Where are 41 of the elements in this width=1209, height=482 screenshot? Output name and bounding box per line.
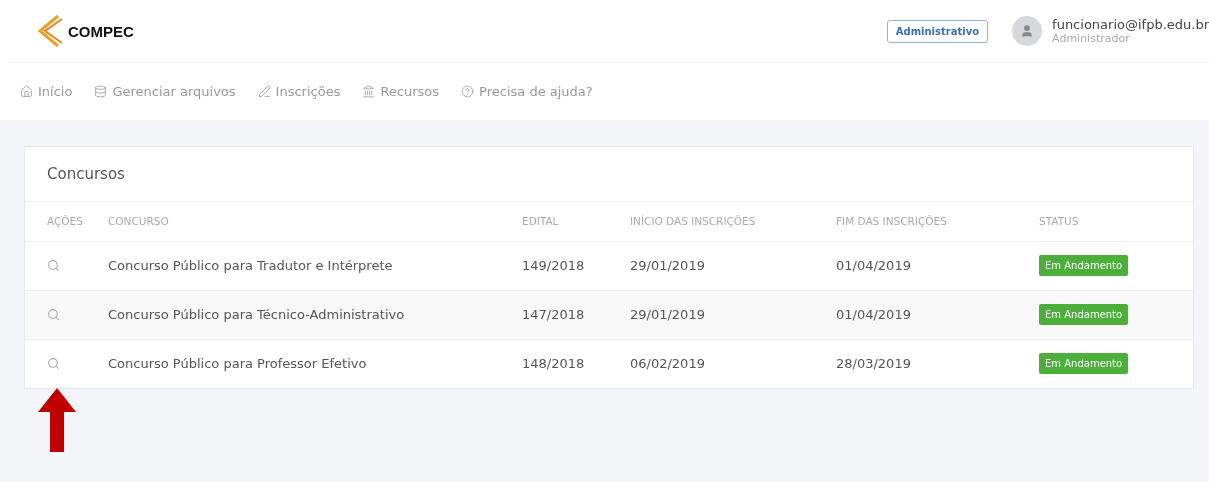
nav-link[interactable]: Início <box>20 84 73 99</box>
table-cell: Concurso Público para Professor Efetivo <box>90 339 504 388</box>
table-cell: 28/03/2019 <box>818 339 1021 388</box>
column-header: AÇÕES <box>25 202 90 241</box>
table-cell: Concurso Público para Tradutor e Intérprete <box>90 241 504 290</box>
column-header: INÍCIO DAS INSCRIÇÕES <box>612 202 818 241</box>
column-header: CONCURSO <box>90 202 504 241</box>
column-header: STATUS <box>1021 202 1193 241</box>
status-badge: Em Andamento <box>1039 353 1129 375</box>
search-icon[interactable] <box>47 259 60 272</box>
nav-link[interactable]: Gerenciar arquivos <box>94 84 236 99</box>
card-title: Concursos <box>25 147 1193 202</box>
avatar-icon[interactable] <box>1012 16 1043 46</box>
arrow-icon <box>38 388 76 452</box>
column-header: FIM DAS INSCRIÇÕES <box>818 202 1021 241</box>
table-cell: 149/2018 <box>504 241 612 290</box>
building-icon <box>362 85 376 98</box>
help-icon <box>461 85 475 98</box>
table-cell: 147/2018 <box>504 290 612 339</box>
user-role: Administrador <box>1052 32 1131 45</box>
search-icon[interactable] <box>47 308 60 321</box>
column-header: EDITAL <box>504 202 612 241</box>
table-cell: 29/01/2019 <box>612 241 818 290</box>
status-badge: Em Andamento <box>1039 255 1129 276</box>
nav-link[interactable]: Recursos <box>362 84 440 99</box>
search-icon[interactable] <box>47 357 60 371</box>
table-cell: Concurso Público para Técnico-Administrativo <box>90 290 504 339</box>
pen-icon <box>257 85 271 98</box>
table-cell: 01/04/2019 <box>818 290 1021 339</box>
user-email: funcionario@ifpb.edu.br <box>1052 17 1209 32</box>
nav-link[interactable]: Inscrições <box>257 84 341 99</box>
nav-link[interactable]: Precisa de ajuda? <box>461 84 593 99</box>
status-badge: Em Andamento <box>1039 304 1129 325</box>
role-button[interactable]: Administrativo <box>886 19 989 43</box>
table-cell: 06/02/2019 <box>612 339 818 388</box>
table-cell: 29/01/2019 <box>612 290 818 339</box>
table-cell: 01/04/2019 <box>818 241 1021 290</box>
table-cell: 148/2018 <box>504 339 612 388</box>
home-icon <box>20 85 33 98</box>
database-icon <box>94 85 108 98</box>
logo-text: COMPEC <box>68 22 134 40</box>
